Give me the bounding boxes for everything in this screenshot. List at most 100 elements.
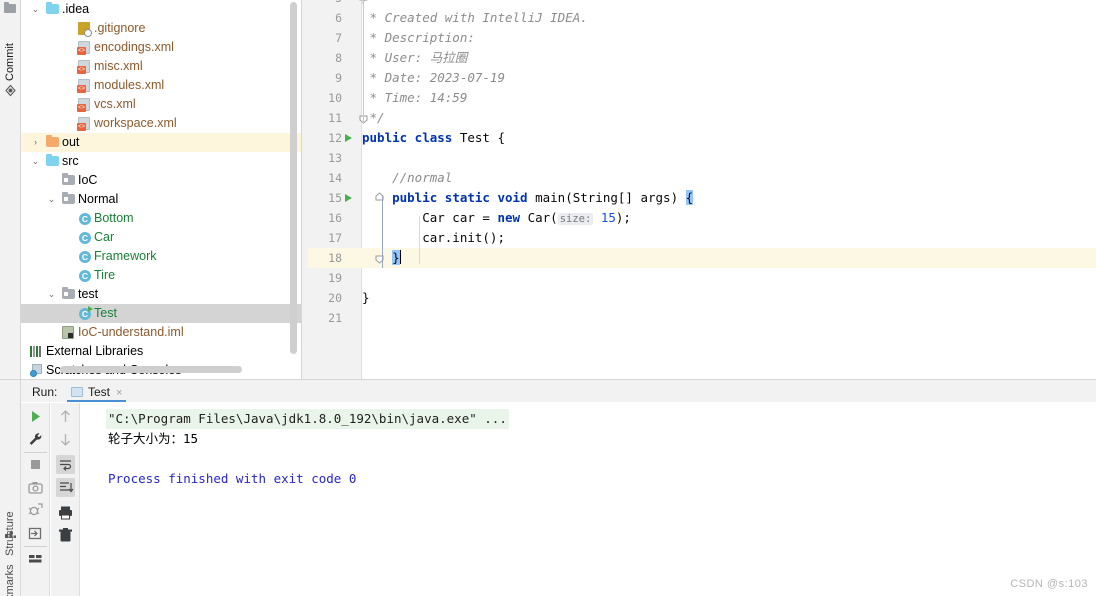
chevron-right-icon[interactable]: ›: [21, 361, 25, 379]
export-button[interactable]: [26, 524, 45, 543]
package-folder-icon: [62, 192, 75, 204]
chevron-right-icon[interactable]: ›: [30, 133, 41, 152]
tree-node-modules-xml[interactable]: <> modules.xml: [21, 76, 302, 95]
run-toolbar-right[interactable]: [51, 403, 80, 596]
xml-file-icon: <>: [77, 41, 90, 55]
chevron-down-icon[interactable]: ⌄: [30, 152, 41, 171]
node-icon: [61, 285, 76, 304]
chevron-down-icon[interactable]: ⌄: [46, 285, 57, 304]
code-line[interactable]: car.init();: [362, 228, 505, 248]
print-button[interactable]: [56, 503, 75, 522]
run-console-output[interactable]: "C:\Program Files\Java\jdk1.8.0_192\bin\…: [81, 403, 1096, 596]
line-number: 14: [328, 171, 342, 185]
node-icon: [61, 323, 76, 342]
code-line[interactable]: public class Test {: [362, 128, 505, 148]
soft-wrap-button[interactable]: [56, 455, 75, 474]
run-tab-test[interactable]: Test ×: [67, 383, 127, 402]
up-stack-trace-button[interactable]: [56, 407, 75, 426]
close-icon[interactable]: ×: [116, 387, 122, 399]
tree-node-label: IoC-understand.iml: [78, 325, 184, 339]
tree-node-ioc-understand-iml[interactable]: IoC-understand.iml: [21, 323, 302, 342]
code-line[interactable]: * User: 马拉圈: [362, 48, 468, 68]
code-line[interactable]: * Created with IntelliJ IDEA.: [362, 8, 588, 28]
run-toolbar-divider-left-2: [24, 546, 47, 547]
chevron-down-icon[interactable]: ⌄: [46, 190, 57, 209]
java-class-icon: C: [79, 231, 91, 244]
rerun-button[interactable]: [26, 407, 45, 426]
node-icon: <>: [77, 57, 92, 76]
tree-node-idea[interactable]: ⌄ .idea: [21, 0, 302, 19]
line-number: 10: [328, 91, 342, 105]
code-line[interactable]: * Description:: [362, 28, 475, 48]
project-horizontal-scrollbar[interactable]: [60, 366, 242, 373]
tree-node-test[interactable]: C Test: [21, 304, 302, 323]
line-number: 16: [328, 211, 342, 225]
code-line[interactable]: }: [362, 288, 370, 308]
tree-node-normal[interactable]: ⌄ Normal: [21, 190, 302, 209]
node-icon: [45, 152, 60, 171]
tree-node-src[interactable]: ⌄ src: [21, 152, 302, 171]
run-window-top-border: [0, 379, 1096, 380]
code-line[interactable]: /**: [362, 0, 385, 8]
tree-node-vcs-xml[interactable]: <> vcs.xml: [21, 95, 302, 114]
line-number: 11: [328, 111, 342, 125]
chevron-right-icon[interactable]: ›: [21, 342, 25, 361]
xml-file-icon: <>: [77, 98, 90, 112]
stop-button[interactable]: [26, 455, 45, 474]
screenshot-button[interactable]: [26, 478, 45, 497]
code-line[interactable]: Car car = new Car(size: 15);: [362, 208, 631, 228]
node-icon: [45, 133, 60, 152]
line-number: 12: [328, 131, 342, 145]
project-tool-window[interactable]: ⌄ .idea .gitignore <> encodings.xml <> misc.xm…: [21, 0, 302, 379]
tree-node-external-libraries[interactable]: › External Libraries: [21, 342, 302, 361]
code-line[interactable]: * Time: 14:59: [362, 88, 468, 108]
code-line[interactable]: public static void main(String[] args) {: [362, 188, 694, 208]
code-line[interactable]: //normal: [362, 168, 452, 188]
code-editor[interactable]: 5 /** 6 * Created with IntelliJ IDEA. 7 * D…: [308, 0, 1096, 379]
tree-node-misc-xml[interactable]: <> misc.xml: [21, 57, 302, 76]
sidebar-item-bookmarks[interactable]: okmarks: [0, 548, 21, 596]
project-vertical-scrollbar[interactable]: [290, 2, 297, 354]
package-folder-icon: [62, 173, 75, 185]
project-folder-icon[interactable]: [4, 2, 17, 15]
method-indent-guide: [382, 196, 383, 268]
dump-threads-button[interactable]: [26, 501, 45, 520]
tree-node-encodings-xml[interactable]: <> encodings.xml: [21, 38, 302, 57]
gitignore-file-icon: [78, 22, 92, 37]
commit-diamond-icon[interactable]: [4, 84, 17, 97]
tree-node-ioc[interactable]: IoC: [21, 171, 302, 190]
tree-node-tire[interactable]: C Tire: [21, 266, 302, 285]
java-runnable-class-icon: C: [79, 305, 93, 320]
node-icon: C: [77, 304, 93, 323]
code-line[interactable]: */: [362, 108, 385, 128]
idea-window: Commit Structure okmarks ⌄ .idea .gitignor…: [0, 0, 1096, 596]
tree-node-label: Normal: [78, 192, 119, 206]
tree-node-car[interactable]: C Car: [21, 228, 302, 247]
tree-node-out[interactable]: › out: [21, 133, 302, 152]
chevron-down-icon[interactable]: ⌄: [30, 0, 41, 19]
rerun-failed-wrench-button[interactable]: [26, 430, 45, 449]
run-tool-window[interactable]: Run: Test × "C:\Program Files\Java\jdk1.…: [21, 382, 1096, 596]
sidebar-item-structure[interactable]: Structure: [0, 490, 21, 556]
gutter-run-icon[interactable]: [344, 188, 356, 208]
node-icon: [29, 361, 44, 379]
structure-icon[interactable]: [4, 527, 17, 540]
tree-node-label: Tire: [94, 268, 116, 282]
tree-node-bottom[interactable]: C Bottom: [21, 209, 302, 228]
java-class-icon: C: [79, 250, 91, 263]
tree-node-workspace-xml[interactable]: <> workspace.xml: [21, 114, 302, 133]
scroll-to-end-button[interactable]: [56, 478, 75, 497]
code-line[interactable]: * Date: 2023-07-19: [362, 68, 505, 88]
run-toolbar-left[interactable]: [21, 403, 50, 596]
tree-node-label: .gitignore: [94, 21, 146, 35]
node-icon: [61, 171, 76, 190]
layout-button[interactable]: [26, 549, 45, 568]
xml-file-icon: <>: [77, 79, 90, 93]
tree-node-framework[interactable]: C Framework: [21, 247, 302, 266]
tree-node-gitignore[interactable]: .gitignore: [21, 19, 302, 38]
gutter-run-icon[interactable]: [344, 128, 356, 148]
sidebar-item-commit[interactable]: Commit: [0, 25, 21, 81]
down-stack-trace-button[interactable]: [56, 430, 75, 449]
tree-node-test[interactable]: ⌄ test: [21, 285, 302, 304]
clear-all-button[interactable]: [56, 526, 75, 545]
